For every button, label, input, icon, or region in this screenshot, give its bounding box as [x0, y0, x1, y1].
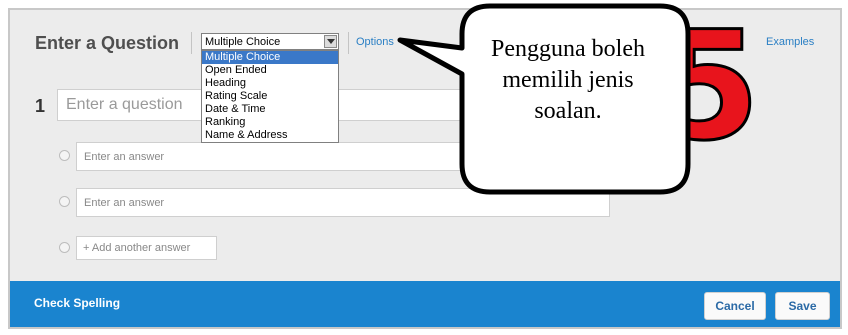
- callout-text: Pengguna boleh memilih jenis soalan.: [491, 36, 645, 124]
- speech-bubble: [397, 3, 691, 195]
